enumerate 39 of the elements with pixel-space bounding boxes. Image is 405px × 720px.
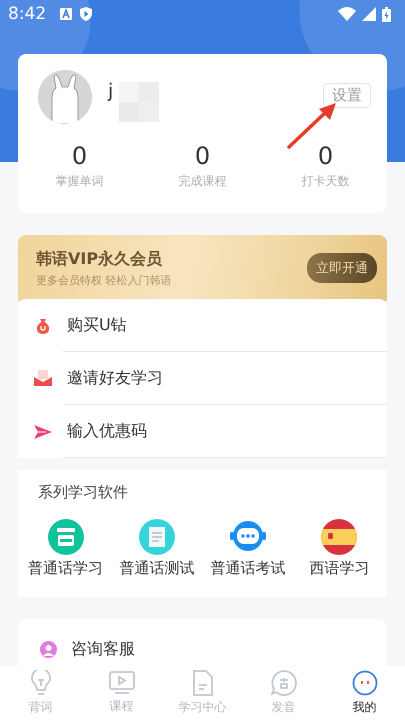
app-label[interactable]: 普通话学习 [28, 559, 104, 578]
app-icon[interactable] [48, 519, 84, 555]
envelope-icon [34, 370, 52, 387]
vip-title: 韩语VIP永久会员 [36, 248, 164, 270]
stat-label: 掌握单词 [56, 173, 104, 190]
avatar [38, 70, 92, 124]
money-bag-icon [34, 318, 50, 334]
user-name: j [108, 80, 114, 104]
menu-item[interactable]: 购买U钻 [67, 315, 127, 336]
activate-button[interactable]: 立即开通 [307, 253, 377, 283]
stat-value: 0 [194, 142, 210, 170]
app-label[interactable]: 西语学习 [309, 559, 370, 578]
app-label[interactable]: 普通话考试 [210, 559, 286, 578]
stat-label: 打卡天数 [302, 173, 350, 190]
stat-value: 0 [318, 142, 334, 170]
flag-icon[interactable] [321, 519, 358, 555]
status-time: 8:42 [8, 4, 46, 24]
paper-plane-icon [34, 424, 52, 438]
tab[interactable]: 我的 [324, 666, 405, 720]
lightbulb-icon [28, 670, 52, 696]
app-label[interactable]: 普通话测试 [119, 559, 194, 578]
support-agent-icon [40, 640, 57, 658]
signal-icon [362, 7, 376, 21]
shield-icon [80, 7, 92, 21]
speech-bubble-icon [270, 670, 296, 696]
app-icon[interactable] [138, 519, 175, 555]
video-icon [108, 671, 134, 695]
section-title: 系列学习软件 [37, 482, 129, 502]
menu-item[interactable]: 输入优惠码 [67, 421, 147, 442]
vip-subtitle: 更多会员特权 轻松入门韩语 [36, 272, 172, 288]
stat-label: 完成课程 [178, 173, 226, 190]
wifi-icon [338, 7, 356, 21]
menu-item[interactable]: 邀请好友学习 [67, 368, 163, 389]
menu-item[interactable]: 咨询客服 [71, 638, 135, 660]
document-icon [192, 670, 214, 696]
profile-icon [352, 670, 378, 696]
battery-icon [382, 6, 391, 22]
notification-icon [60, 8, 72, 20]
stat-value: 0 [72, 142, 88, 170]
